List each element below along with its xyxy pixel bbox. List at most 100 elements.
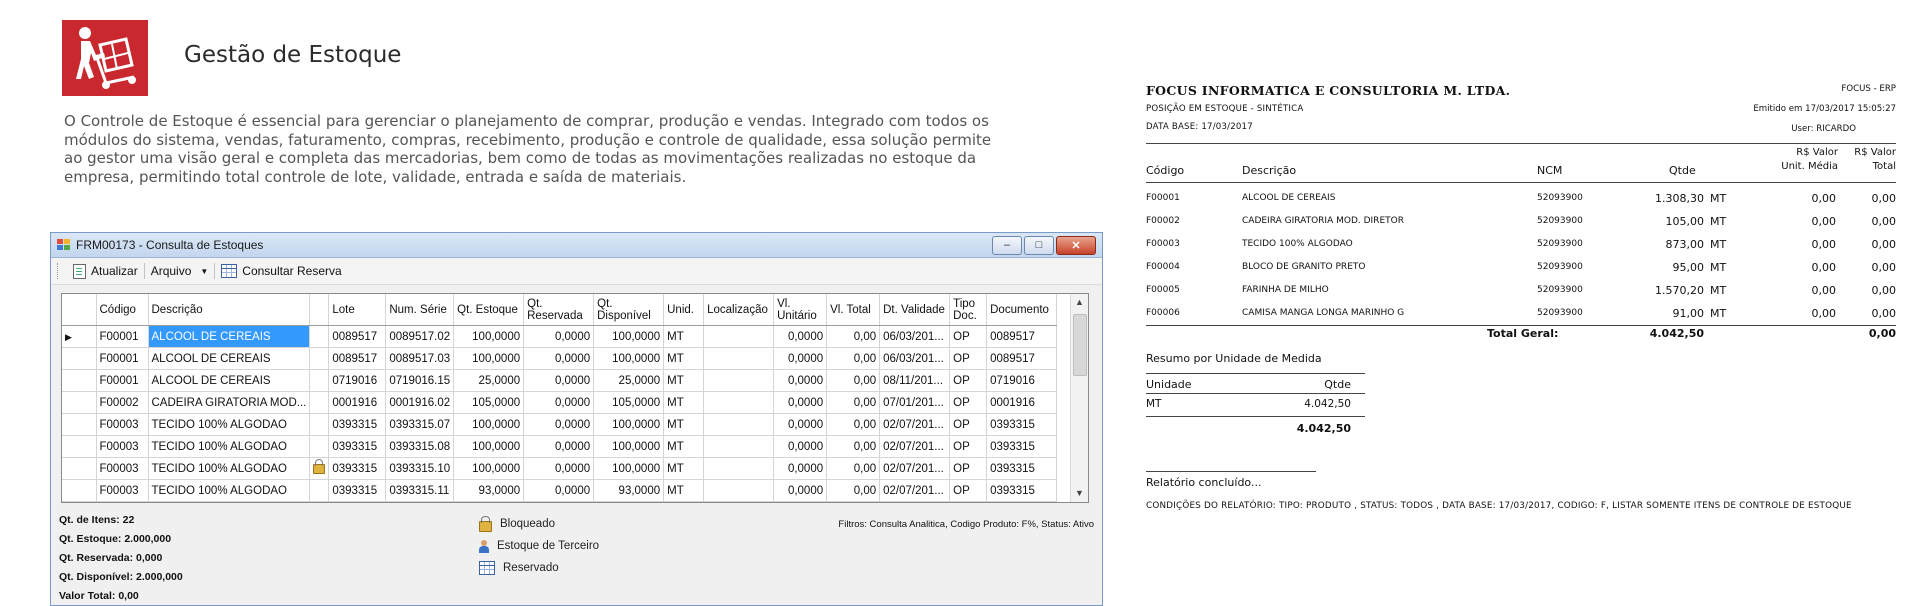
cell-documento[interactable]: 0393315	[986, 413, 1058, 436]
cell-validade[interactable]: 02/07/201...	[879, 435, 951, 458]
column-header[interactable]: Qt. Reservada	[523, 294, 595, 326]
cell-qt-estoque[interactable]: 100,0000	[453, 413, 525, 436]
status-cell[interactable]	[309, 457, 330, 480]
cell-qt-disponivel[interactable]: 100,0000	[593, 325, 665, 348]
cell-validade[interactable]: 02/07/201...	[879, 457, 951, 480]
cell-unid[interactable]: MT	[663, 347, 705, 370]
close-button[interactable]: ✕	[1056, 235, 1096, 255]
cell-descricao[interactable]: ALCOOL DE CEREAIS	[148, 347, 311, 370]
scrollbar-thumb[interactable]	[1073, 314, 1087, 376]
cell-qt-disponivel[interactable]: 105,0000	[593, 391, 665, 414]
status-cell[interactable]	[309, 391, 330, 414]
cell-tipo-doc[interactable]: OP	[949, 391, 988, 414]
column-header[interactable]: Descrição	[148, 294, 311, 326]
cell-codigo[interactable]: F00001	[96, 347, 149, 370]
cell-documento[interactable]: 0393315	[986, 457, 1058, 480]
column-header[interactable]: Unid.	[663, 294, 705, 326]
table-row[interactable]: F00001 ALCOOL DE CEREAIS 0719016 0719016.15…	[62, 369, 1058, 392]
minimize-button[interactable]: –	[992, 235, 1022, 255]
cell-qt-reservada[interactable]: 0,0000	[523, 413, 595, 436]
cell-vl-total[interactable]: 0,00	[826, 479, 881, 502]
cell-vl-total[interactable]: 0,00	[826, 391, 881, 414]
column-header[interactable]: Tipo Doc.	[949, 294, 988, 326]
cell-lote[interactable]: 0393315	[328, 457, 387, 480]
cell-documento[interactable]: 0393315	[986, 479, 1058, 502]
status-cell[interactable]	[309, 369, 330, 392]
cell-unid[interactable]: MT	[663, 413, 705, 436]
row-selector[interactable]	[62, 413, 97, 436]
status-cell[interactable]	[309, 325, 330, 348]
cell-qt-reservada[interactable]: 0,0000	[523, 479, 595, 502]
cell-codigo[interactable]: F00003	[96, 413, 149, 436]
column-header[interactable]: Documento	[986, 294, 1058, 326]
cell-vl-total[interactable]: 0,00	[826, 413, 881, 436]
cell-localizacao[interactable]	[703, 435, 775, 458]
table-row[interactable]: F00003 TECIDO 100% ALGODAO 0393315 0393315.…	[62, 435, 1058, 458]
cell-documento[interactable]: 0393315	[986, 435, 1058, 458]
cell-tipo-doc[interactable]: OP	[949, 479, 988, 502]
cell-documento[interactable]: 0089517	[986, 325, 1058, 348]
cell-tipo-doc[interactable]: OP	[949, 369, 988, 392]
cell-qt-reservada[interactable]: 0,0000	[523, 369, 595, 392]
cell-qt-reservada[interactable]: 0,0000	[523, 325, 595, 348]
cell-vl-total[interactable]: 0,00	[826, 325, 881, 348]
file-menu-button[interactable]: Arquivo ▼	[145, 261, 215, 281]
scroll-up-icon[interactable]: ▲	[1071, 294, 1088, 311]
cell-vl-total[interactable]: 0,00	[826, 435, 881, 458]
cell-vl-unitario[interactable]: 0,0000	[773, 435, 828, 458]
cell-qt-reservada[interactable]: 0,0000	[523, 457, 595, 480]
cell-tipo-doc[interactable]: OP	[949, 435, 988, 458]
cell-qt-estoque[interactable]: 93,0000	[453, 479, 525, 502]
cell-localizacao[interactable]	[703, 413, 775, 436]
row-selector[interactable]: ▶	[62, 325, 97, 348]
cell-vl-unitario[interactable]: 0,0000	[773, 391, 828, 414]
cell-serie[interactable]: 0089517.02	[385, 325, 455, 348]
cell-lote[interactable]: 0719016	[328, 369, 387, 392]
cell-localizacao[interactable]	[703, 457, 775, 480]
cell-descricao[interactable]: TECIDO 100% ALGODAO	[148, 479, 311, 502]
cell-lote[interactable]: 0393315	[328, 435, 387, 458]
cell-documento[interactable]: 0001916	[986, 391, 1058, 414]
status-cell[interactable]	[309, 347, 330, 370]
cell-qt-disponivel[interactable]: 93,0000	[593, 479, 665, 502]
column-header[interactable]: Dt. Validade	[879, 294, 951, 326]
cell-qt-disponivel[interactable]: 100,0000	[593, 347, 665, 370]
column-header[interactable]: Código	[96, 294, 149, 326]
table-row[interactable]: ▶ F00001 ALCOOL DE CEREAIS 0089517 0089517.0…	[62, 325, 1058, 348]
cell-vl-unitario[interactable]: 0,0000	[773, 479, 828, 502]
cell-lote[interactable]: 0001916	[328, 391, 387, 414]
cell-serie[interactable]: 0393315.11	[385, 479, 455, 502]
cell-unid[interactable]: MT	[663, 391, 705, 414]
cell-descricao[interactable]: ALCOOL DE CEREAIS	[148, 369, 311, 392]
cell-lote[interactable]: 0089517	[328, 347, 387, 370]
cell-qt-disponivel[interactable]: 100,0000	[593, 413, 665, 436]
cell-codigo[interactable]: F00001	[96, 325, 149, 348]
scroll-down-icon[interactable]: ▼	[1071, 485, 1088, 502]
cell-descricao[interactable]: ALCOOL DE CEREAIS	[148, 325, 311, 348]
status-cell[interactable]	[309, 413, 330, 436]
cell-qt-estoque[interactable]: 100,0000	[453, 457, 525, 480]
cell-localizacao[interactable]	[703, 369, 775, 392]
cell-qt-estoque[interactable]: 25,0000	[453, 369, 525, 392]
column-header[interactable]: Lote	[328, 294, 387, 326]
cell-qt-disponivel[interactable]: 100,0000	[593, 457, 665, 480]
cell-qt-estoque[interactable]: 105,0000	[453, 391, 525, 414]
cell-qt-estoque[interactable]: 100,0000	[453, 347, 525, 370]
cell-qt-reservada[interactable]: 0,0000	[523, 435, 595, 458]
cell-unid[interactable]: MT	[663, 479, 705, 502]
cell-vl-unitario[interactable]: 0,0000	[773, 347, 828, 370]
cell-validade[interactable]: 02/07/201...	[879, 413, 951, 436]
stock-grid[interactable]: Código Descrição Lote Num. Série Qt. Est…	[61, 293, 1089, 503]
cell-lote[interactable]: 0393315	[328, 479, 387, 502]
status-cell[interactable]	[309, 479, 330, 502]
cell-qt-estoque[interactable]: 100,0000	[453, 435, 525, 458]
cell-vl-unitario[interactable]: 0,0000	[773, 369, 828, 392]
cell-unid[interactable]: MT	[663, 369, 705, 392]
cell-serie[interactable]: 0393315.07	[385, 413, 455, 436]
cell-localizacao[interactable]	[703, 325, 775, 348]
row-selector[interactable]	[62, 457, 97, 480]
maximize-button[interactable]: □	[1024, 235, 1054, 255]
cell-lote[interactable]: 0089517	[328, 325, 387, 348]
column-header[interactable]: Num. Série	[385, 294, 455, 326]
cell-codigo[interactable]: F00003	[96, 479, 149, 502]
